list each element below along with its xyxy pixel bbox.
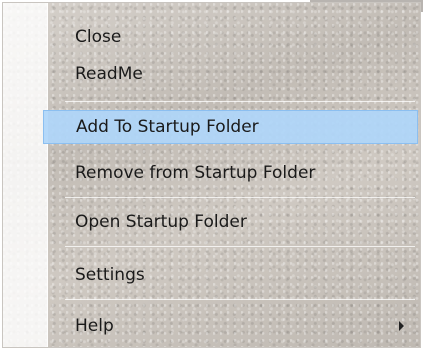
chevron-right-icon <box>399 321 404 331</box>
screenshot-frame: Close ReadMe Add To Startup Folder Remov… <box>0 0 423 352</box>
menu-separator <box>65 246 415 247</box>
menu-item-remove-from-startup-folder[interactable]: Remove from Startup Folder <box>43 156 418 190</box>
menu-item-label: Open Startup Folder <box>75 212 247 232</box>
menu-item-settings[interactable]: Settings <box>43 258 418 292</box>
menu-separator <box>65 299 415 300</box>
menu-item-label: Remove from Startup Folder <box>75 163 316 183</box>
menu-item-add-to-startup-folder[interactable]: Add To Startup Folder <box>43 110 418 144</box>
menu-item-close[interactable]: Close <box>43 20 418 54</box>
menu-item-label: Close <box>75 27 122 47</box>
menu-item-label: ReadMe <box>75 64 143 84</box>
menu-item-label: Settings <box>75 265 145 285</box>
menu-item-label: Add To Startup Folder <box>76 117 259 137</box>
menu-icon-gutter <box>3 3 48 347</box>
menu-item-open-startup-folder[interactable]: Open Startup Folder <box>43 205 418 239</box>
context-menu: Close ReadMe Add To Startup Folder Remov… <box>2 2 421 348</box>
menu-item-readme[interactable]: ReadMe <box>43 57 418 91</box>
menu-separator <box>65 197 415 198</box>
menu-item-label: Help <box>75 316 114 336</box>
menu-separator <box>65 101 415 102</box>
menu-item-help[interactable]: Help <box>43 309 418 343</box>
